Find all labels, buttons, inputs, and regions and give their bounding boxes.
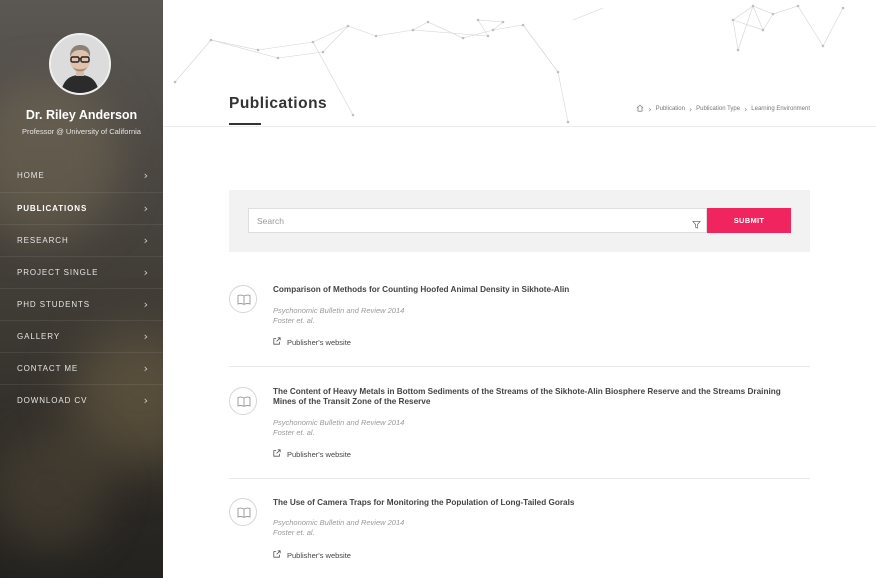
page-title: Publications (229, 95, 328, 112)
sidebar-item-label: PUBLICATIONS (17, 204, 88, 213)
chevron-right-icon: › (143, 330, 148, 343)
sidebar-item-label: RESEARCH (17, 236, 69, 245)
publication-journal: Psychonomic Bulletin and Review 2014 (273, 518, 405, 527)
sidebar-item-research[interactable]: RESEARCH › (0, 224, 163, 256)
external-link-icon (273, 337, 281, 347)
breadcrumb-item[interactable]: Publication Type (696, 106, 740, 112)
header-divider (163, 126, 876, 127)
publication-authors: Foster et. al. (273, 428, 315, 437)
chevron-right-icon: › (143, 234, 148, 247)
breadcrumb-item[interactable]: Publication (656, 106, 685, 112)
chevron-right-icon: › (744, 104, 748, 114)
divider (229, 366, 810, 367)
divider (229, 478, 810, 479)
breadcrumb: › Publication › Publication Type › Learn… (636, 104, 810, 114)
sidebar-item-project-single[interactable]: PROJECT SINGLE › (0, 256, 163, 288)
book-icon (229, 498, 257, 526)
sidebar-item-contact-me[interactable]: CONTACT ME › (0, 352, 163, 384)
filter-icon[interactable] (692, 216, 701, 234)
sidebar-item-home[interactable]: HOME › (0, 160, 163, 192)
publisher-link[interactable]: Publisher's website (273, 449, 351, 459)
publication-title[interactable]: Comparison of Methods for Counting Hoofe… (273, 285, 793, 295)
publication-title[interactable]: The Use of Camera Traps for Monitoring t… (273, 498, 793, 508)
chevron-right-icon: › (688, 104, 693, 114)
chevron-right-icon: › (143, 202, 148, 215)
list-item: The Content of Heavy Metals in Bottom Se… (229, 387, 810, 467)
sidebar-item-label: HOME (17, 171, 45, 180)
book-icon (229, 387, 257, 415)
sidebar-nav: HOME › PUBLICATIONS › RESEARCH › PROJECT… (0, 160, 163, 416)
list-item: The Use of Camera Traps for Monitoring t… (229, 498, 810, 568)
search-placeholder: Search (257, 216, 284, 226)
submit-button[interactable]: SUBMIT (707, 208, 791, 233)
chevron-right-icon: › (143, 266, 148, 279)
home-icon[interactable] (636, 104, 644, 114)
external-link-icon (273, 449, 281, 459)
sidebar-item-label: PROJECT SINGLE (17, 268, 99, 277)
sidebar-item-publications[interactable]: PUBLICATIONS › (0, 192, 163, 224)
publisher-link-label: Publisher's website (287, 337, 351, 347)
page-header: Publications › Publication › Publication… (163, 0, 876, 128)
sidebar-item-label: DOWNLOAD CV (17, 396, 88, 405)
profile-role: Professor @ University of California (22, 127, 141, 136)
publisher-link[interactable]: Publisher's website (273, 337, 351, 347)
list-item: Comparison of Methods for Counting Hoofe… (229, 285, 810, 355)
sidebar-item-label: PHD STUDENTS (17, 300, 91, 309)
publisher-link[interactable]: Publisher's website (273, 550, 351, 560)
sidebar-item-download-cv[interactable]: DOWNLOAD CV › (0, 384, 163, 416)
profile-name: Dr. Riley Anderson (25, 108, 138, 122)
sidebar-item-gallery[interactable]: GALLERY › (0, 320, 163, 352)
avatar (49, 33, 111, 95)
chevron-right-icon: › (143, 394, 148, 407)
publication-journal: Psychonomic Bulletin and Review 2014 (273, 306, 405, 315)
breadcrumb-item: Learning Environment (751, 106, 810, 112)
chevron-right-icon: › (648, 104, 652, 114)
publication-journal: Psychonomic Bulletin and Review 2014 (273, 418, 405, 427)
sidebar-item-phd-students[interactable]: PHD STUDENTS › (0, 288, 163, 320)
book-icon (229, 285, 257, 313)
chevron-right-icon: › (143, 362, 148, 375)
publication-authors: Foster et. al. (273, 316, 315, 325)
sidebar: Dr. Riley Anderson Professor @ Universit… (0, 0, 163, 578)
external-link-icon (273, 550, 281, 560)
publisher-link-label: Publisher's website (287, 449, 351, 459)
title-underline (229, 123, 261, 125)
sidebar-item-label: GALLERY (17, 332, 61, 341)
publisher-link-label: Publisher's website (287, 550, 351, 560)
publication-title[interactable]: The Content of Heavy Metals in Bottom Se… (273, 387, 793, 407)
chevron-right-icon: › (143, 298, 148, 311)
chevron-right-icon: › (143, 169, 148, 182)
publication-authors: Foster et. al. (273, 528, 315, 537)
search-input[interactable]: Search (248, 208, 707, 233)
sidebar-item-label: CONTACT ME (17, 364, 79, 373)
